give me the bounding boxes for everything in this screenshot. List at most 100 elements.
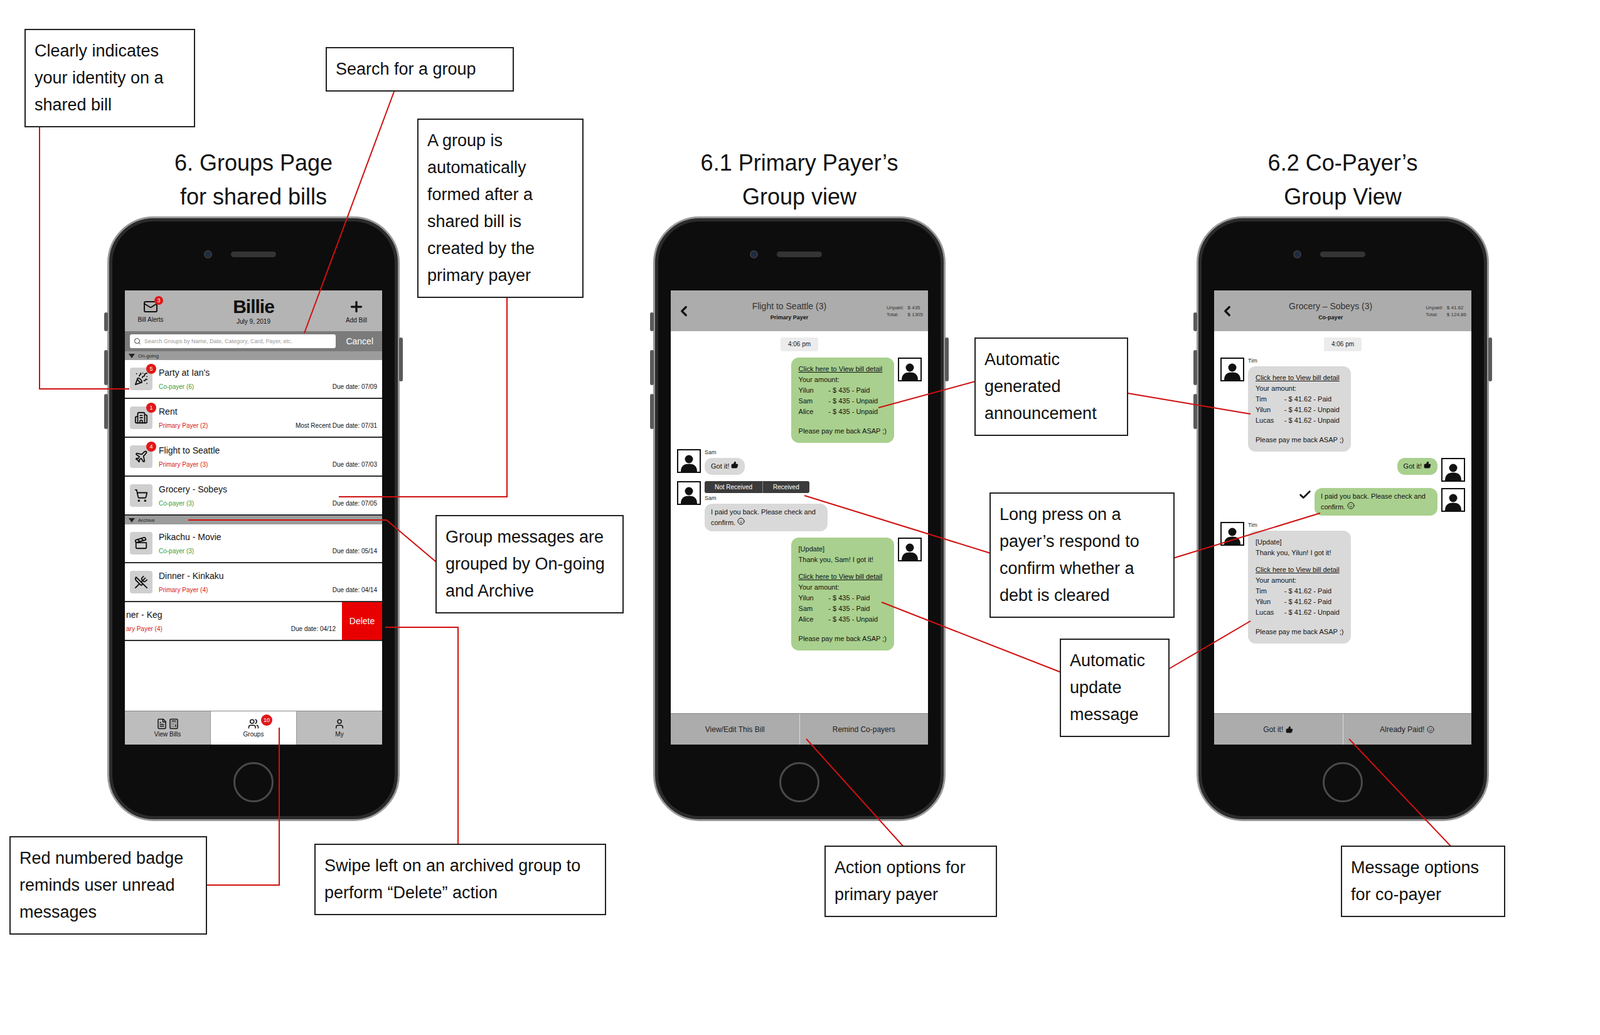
group-meta: Primary Payer (4)Due date: 04/14 [158,586,378,594]
group-row-body: RentPrimary Payer (2)Most Recent Due dat… [158,406,378,430]
message-bubble[interactable]: Got it! [704,458,745,475]
badge: 3 [154,296,164,305]
payer-role: Primary Payer (2) [158,422,208,430]
thanks-line: Thank you, Yilun! I got it! [1255,547,1344,559]
phone-frame: 3Bill AlertsBillieJuly 9, 2019Add BillSe… [107,216,400,822]
action-button[interactable]: Already Paid! [1342,714,1472,745]
movie-icon [134,536,149,551]
group-row[interactable]: 4Flight to SeattlePrimary Payer (3)Due d… [124,437,383,477]
side-button[interactable] [1193,394,1198,430]
side-button[interactable] [399,337,403,382]
section-header[interactable]: On-going [124,351,383,361]
side-button[interactable] [650,312,654,332]
connector-line [806,739,905,849]
sender-name: Tim [1248,522,1258,529]
connector-line [878,380,978,408]
menu-item[interactable]: Not Received [704,481,763,494]
search-field[interactable]: Search Groups by Name, Date, Category, C… [129,334,336,349]
group-name: Dinner - Kinkaku [158,570,378,582]
side-button[interactable] [944,337,949,382]
delete-button[interactable]: Delete [341,602,383,640]
phone-top [655,218,944,291]
group-row[interactable]: Pikachu - MovieCo-payer (3)Due date: 05/… [124,524,383,564]
person-icon [1443,461,1463,481]
side-button[interactable] [104,350,108,386]
action-button[interactable]: Remind Co-payers [799,714,929,745]
annotation-box: Swipe left on an archived group to perfo… [314,843,607,916]
bill-alerts-button[interactable]: 3Bill Alerts [132,299,169,324]
date-label: July 9, 2019 [236,318,271,326]
side-button[interactable] [1193,312,1198,332]
title-line: 6. Groups Page [107,146,400,181]
side-button[interactable] [650,350,654,386]
group-row[interactable]: 1RentPrimary Payer (2)Most Recent Due da… [124,399,383,438]
connector-line [39,120,130,390]
message-footer: Please pay me back ASAP ;) [798,426,887,437]
back-button[interactable] [1219,303,1236,320]
group-row-body: Grocery - SobeysCo-payer (3)Due date: 07… [158,484,378,507]
side-button[interactable] [1488,337,1493,382]
side-button[interactable] [104,312,108,332]
bill-link[interactable]: Click here to View bill detail [1255,372,1344,384]
group-row[interactable]: 5Party at Ian'sCo-payer (6)Due date: 07/… [124,360,383,400]
avatar [897,537,922,562]
annotation-box: Search for a group [325,47,514,92]
message-line: Your amount: [1255,383,1344,395]
action-button[interactable]: Got it! [1214,714,1343,745]
sender-name: Tim [1248,357,1258,365]
group-icon-box: 5 [129,367,153,391]
group-row[interactable]: Dinner - Kinkaku Primary Payer (4)Due dat… [124,563,383,603]
section-header[interactable]: Archive [124,515,383,525]
group-row[interactable]: Grocery - SobeysCo-payer (3)Due date: 07… [124,476,383,516]
due-date: Due date: 07/05 [332,500,378,507]
chat-role: Co-payer [1318,314,1343,321]
menu-item[interactable]: Received [762,481,810,494]
avatar [897,357,922,382]
bill-link[interactable]: Click here to View bill detail [798,571,887,583]
message-line: [Update] [798,544,887,555]
phone-screen: Flight to Seattle (3)Primary PayerUnpaid… [670,290,928,745]
bill-link[interactable]: Click here to View bill detail [798,363,887,375]
confirmed-check-icon [1298,488,1312,502]
tab[interactable]: View Bills [124,711,211,745]
back-button[interactable] [675,303,693,320]
person-icon [900,361,920,381]
stat-text: $ 124.86 [1446,311,1467,319]
calculator-icon [168,718,180,730]
add-bill-button[interactable]: Add Bill [338,298,375,324]
avatar [1441,488,1466,512]
amount-cell: Lucas [1255,607,1279,619]
cancel-button[interactable]: Cancel [341,336,378,347]
side-button[interactable] [650,394,654,430]
message-footer: Please pay me back ASAP ;) [798,633,887,645]
context-menu: Not ReceivedReceived [704,481,810,494]
side-button[interactable] [1193,350,1198,386]
action-button[interactable]: View/Edit This Bill [670,714,800,745]
amount-cell: Lucas [1255,415,1279,427]
tab[interactable]: My [296,711,383,745]
message-bubble[interactable]: Click here to View bill detailYour amoun… [791,357,895,443]
amount-cell: Alice [798,406,823,418]
message-bubble[interactable]: [Update]Thank you, Sam! I got it!Click h… [791,537,895,651]
tab[interactable]: 10Groups [210,711,297,745]
group-row[interactable]: ner - Kegary Payer (4)Due date: 04/12Del… [124,602,383,642]
home-button[interactable] [779,762,820,803]
chat-header: Grocery – Sobeys (3)Co-payerUnpaid:$ 41.… [1214,290,1472,332]
amount-cell: - $ 435 - Unpaid [828,614,887,625]
side-button[interactable] [104,394,108,430]
message-column: I paid you back. Please check and confir… [1298,488,1438,516]
amount-cell: Yilun [1255,404,1279,416]
bill-link[interactable]: Click here to View bill detail [1255,564,1344,576]
message-bubble[interactable]: Got it! [1397,458,1438,475]
home-button[interactable] [233,762,274,803]
bill-stats: Unpaid:$ 41.62Total:$ 124.86 [1425,304,1467,319]
message-bubble[interactable]: Click here to View bill detailYour amoun… [1248,366,1351,452]
amount-cell: Yilun [798,385,823,396]
home-button[interactable] [1322,762,1363,803]
message-bubble[interactable]: I paid you back. Please check and confir… [1314,488,1438,516]
message-bubble[interactable]: I paid you back. Please check and confir… [704,503,828,532]
group-row-body: Pikachu - MovieCo-payer (3)Due date: 05/… [158,532,378,555]
message-row: Got it! [1220,458,1466,482]
annotation-box: Long press on a payer’s respond to confi… [989,492,1175,619]
message-bubble[interactable]: [Update]Thank you, Yilun! I got it!Click… [1248,530,1351,644]
